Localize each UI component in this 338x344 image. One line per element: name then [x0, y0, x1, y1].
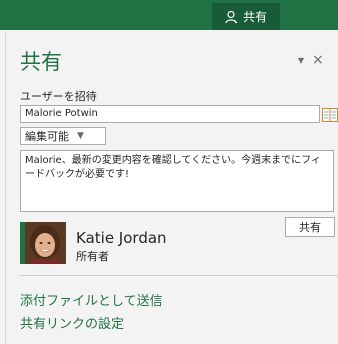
person-icon — [225, 10, 239, 24]
pane-title: 共有 — [20, 50, 62, 74]
close-icon[interactable]: × — [312, 52, 324, 68]
message-textarea[interactable]: Malorie、最新の変更内容を確認してください。今週末までにフィードバックが必… — [20, 150, 334, 212]
invite-label: ユーザーを招待 — [20, 90, 97, 103]
invite-name-input[interactable]: Malorie Potwin — [20, 105, 320, 123]
permission-dropdown[interactable]: 編集可能 ▼ — [20, 127, 106, 145]
address-book-icon[interactable] — [322, 107, 338, 122]
owner-role: 所有者 — [76, 250, 109, 263]
send-as-attachment-link[interactable]: 添付ファイルとして送信 — [20, 290, 163, 309]
owner-name: Katie Jordan — [76, 229, 167, 247]
chevron-down-icon: ▼ — [77, 131, 84, 141]
title-bar: 共有 — [0, 0, 338, 30]
share-tab-label: 共有 — [242, 10, 267, 24]
divider — [20, 275, 338, 276]
share-link-settings-link[interactable]: 共有リンクの設定 — [20, 313, 124, 332]
pane-menu-icon[interactable]: ▾ — [298, 53, 304, 67]
share-tab[interactable]: 共有 — [212, 3, 280, 30]
pane-controls: ▾ × — [298, 52, 324, 68]
permission-value: 編集可能 — [25, 130, 69, 143]
avatar — [20, 222, 66, 264]
share-button[interactable]: 共有 — [285, 217, 335, 237]
